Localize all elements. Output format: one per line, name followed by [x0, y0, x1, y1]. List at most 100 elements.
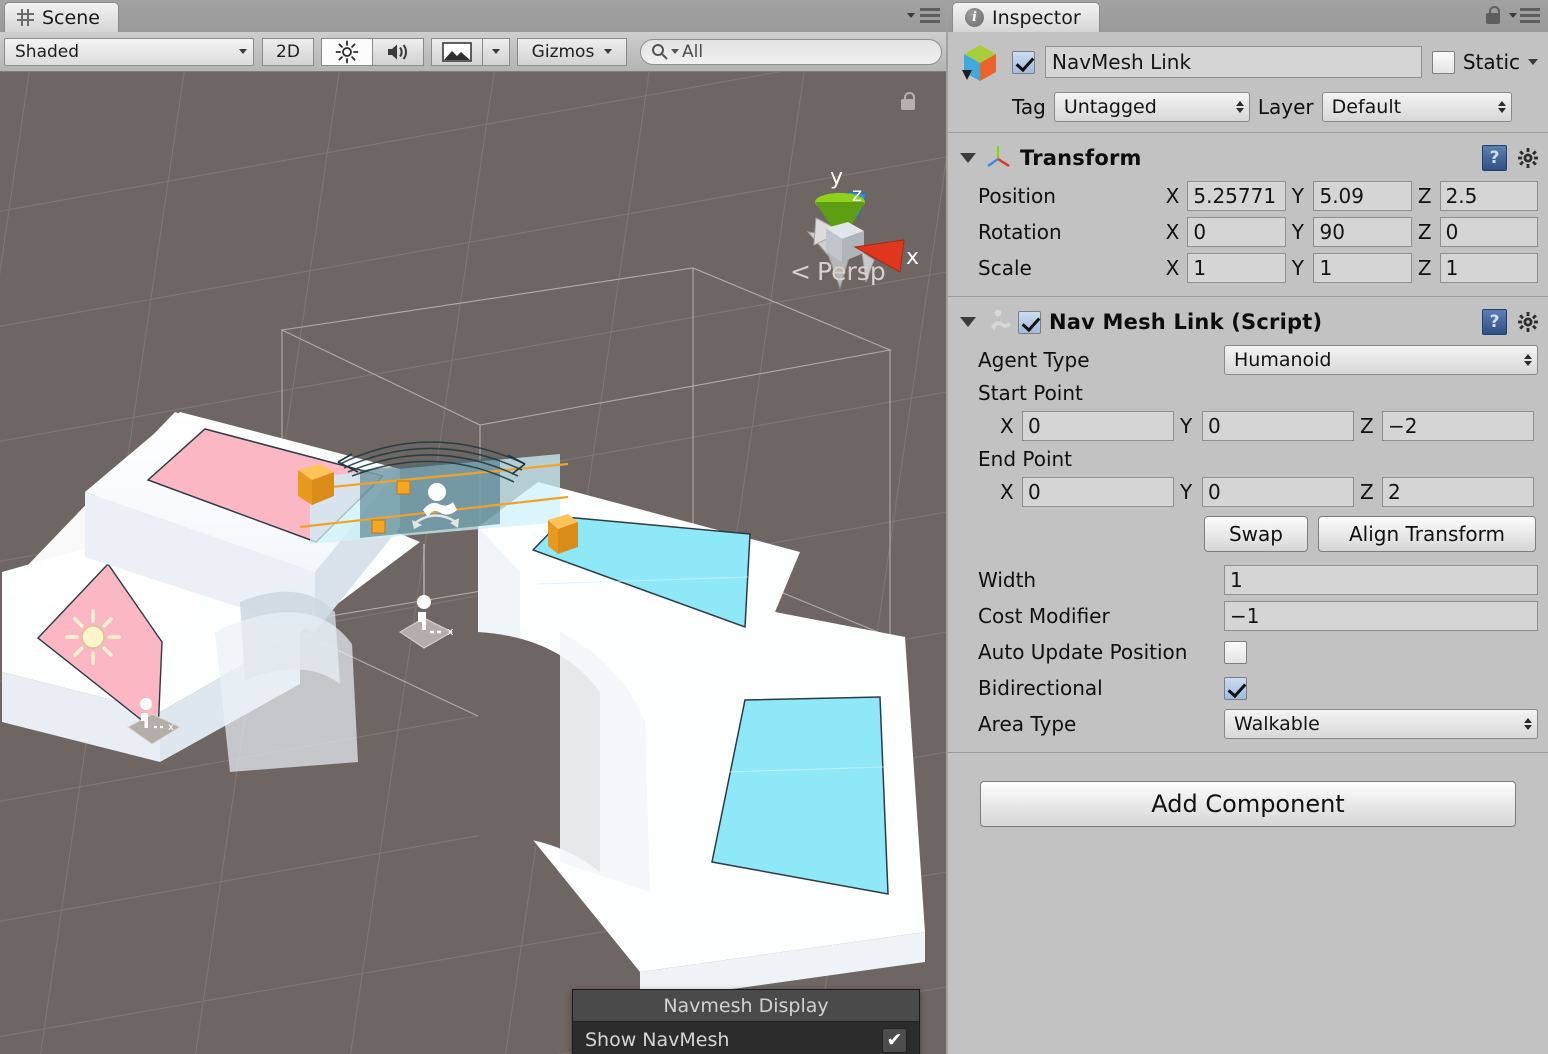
- rotation-z-field[interactable]: 0: [1440, 217, 1538, 247]
- end-point-header-row: End Point: [948, 444, 1548, 474]
- position-label: Position: [978, 184, 1160, 208]
- foldout-triangle-icon[interactable]: [960, 317, 976, 327]
- scene-tab-strip: Scene: [0, 0, 946, 32]
- area-type-dropdown[interactable]: Walkable: [1224, 709, 1538, 739]
- tag-label: Tag: [1012, 95, 1046, 119]
- audio-toggle-button[interactable]: [372, 38, 424, 66]
- width-field[interactable]: 1: [1224, 565, 1538, 595]
- transform-title: Transform: [1020, 146, 1142, 170]
- scale-z-value: 1: [1446, 256, 1459, 280]
- transform-rotation-row: Rotation X 0 Y 90 Z 0: [948, 214, 1548, 250]
- sun-icon: [335, 40, 359, 64]
- rotation-y-field[interactable]: 90: [1313, 217, 1411, 247]
- scale-z-field[interactable]: 1: [1440, 253, 1538, 283]
- position-y-field[interactable]: 5.09: [1313, 181, 1411, 211]
- scene-panel-menu[interactable]: [907, 8, 940, 23]
- swap-button[interactable]: Swap: [1204, 516, 1308, 552]
- right-platform-geometry: [478, 482, 925, 1002]
- lock-icon: [900, 92, 916, 110]
- tab-scene[interactable]: Scene: [4, 2, 119, 32]
- end-point-y-field[interactable]: 0: [1202, 477, 1354, 507]
- cost-modifier-row: Cost Modifier −1: [948, 598, 1548, 634]
- align-transform-button[interactable]: Align Transform: [1318, 516, 1536, 552]
- lighting-toggle-button[interactable]: [321, 38, 373, 66]
- show-navmesh-checkbox[interactable]: ✔: [882, 1028, 907, 1053]
- bidirectional-checkbox[interactable]: [1224, 677, 1247, 700]
- gear-icon[interactable]: [1516, 310, 1540, 334]
- position-x-field[interactable]: 5.25771: [1187, 181, 1285, 211]
- hamburger-menu-icon: [1520, 8, 1540, 23]
- transform-header[interactable]: Transform ?: [948, 138, 1548, 178]
- tag-dropdown[interactable]: Untagged: [1054, 92, 1250, 122]
- agent-type-dropdown[interactable]: Humanoid: [1224, 345, 1538, 375]
- help-book-icon[interactable]: ?: [1482, 309, 1507, 335]
- cost-modifier-field[interactable]: −1: [1224, 601, 1538, 631]
- tab-inspector[interactable]: i Inspector: [952, 2, 1100, 32]
- image-effects-dropdown[interactable]: [482, 38, 510, 66]
- search-filter-chevron-icon: [671, 49, 679, 54]
- draw-mode-dropdown[interactable]: Shaded: [4, 38, 254, 66]
- scene-grid-icon: [17, 9, 34, 26]
- swap-label: Swap: [1229, 522, 1283, 546]
- end-point-y-value: 0: [1208, 480, 1221, 504]
- nav-mesh-link-header[interactable]: Nav Mesh Link (Script) ?: [948, 302, 1548, 342]
- scene-search-input[interactable]: All: [640, 39, 942, 65]
- image-effects-icon: [442, 41, 472, 63]
- projection-mode-toggle[interactable]: < Persp: [790, 257, 886, 286]
- add-component-button[interactable]: Add Component: [980, 781, 1516, 827]
- game-object-enabled-checkbox[interactable]: [1012, 51, 1035, 74]
- inspector-panel: i Inspector: [948, 0, 1548, 1054]
- transform-position-row: Position X 5.25771 Y 5.09 Z 2.5: [948, 178, 1548, 214]
- image-effects-button[interactable]: [431, 38, 483, 66]
- auto-update-position-checkbox[interactable]: [1224, 641, 1247, 664]
- info-icon: i: [965, 8, 984, 27]
- nav-mesh-link-enabled-checkbox[interactable]: [1018, 311, 1041, 334]
- scale-x-value: 1: [1193, 256, 1206, 280]
- help-book-icon[interactable]: ?: [1482, 145, 1507, 171]
- projection-mode-label: Persp: [817, 257, 886, 286]
- axis-y-label: Y: [1292, 256, 1308, 280]
- navmesh-display-panel: Navmesh Display Show NavMesh ✔ Show Heig…: [572, 989, 920, 1054]
- view-mode-group: 2D: [262, 38, 313, 66]
- scene-gizmo-lock-button[interactable]: [900, 92, 916, 114]
- tag-value: Untagged: [1064, 96, 1157, 118]
- chevron-down-icon: [239, 49, 247, 54]
- show-navmesh-row[interactable]: Show NavMesh ✔: [573, 1022, 919, 1054]
- gear-icon[interactable]: [1516, 146, 1540, 170]
- lock-icon[interactable]: [1485, 6, 1501, 24]
- updown-icon: [1524, 354, 1532, 366]
- gizmos-dropdown[interactable]: Gizmos: [517, 38, 627, 66]
- rotation-x-field[interactable]: 0: [1187, 217, 1285, 247]
- component-nav-mesh-link: Nav Mesh Link (Script) ?: [948, 297, 1548, 753]
- start-point-y-field[interactable]: 0: [1202, 411, 1354, 441]
- prefab-cube-icon: [958, 40, 1002, 84]
- start-point-x-field[interactable]: 0: [1022, 411, 1174, 441]
- scene-toggles-group: [321, 38, 423, 66]
- foldout-triangle-icon[interactable]: [960, 153, 976, 163]
- scale-y-field[interactable]: 1: [1313, 253, 1411, 283]
- static-checkbox[interactable]: [1432, 51, 1455, 74]
- persp-chevron-icon: <: [790, 257, 811, 286]
- position-z-field[interactable]: 2.5: [1440, 181, 1538, 211]
- script-icon: [984, 306, 1012, 338]
- scale-x-field[interactable]: 1: [1187, 253, 1285, 283]
- start-point-z-field[interactable]: −2: [1382, 411, 1534, 441]
- inspector-menu-button[interactable]: [1509, 8, 1540, 23]
- axis-x-label: X: [1000, 480, 1016, 504]
- end-point-x-field[interactable]: 0: [1022, 477, 1174, 507]
- start-point-header-row: Start Point: [948, 378, 1548, 408]
- layer-dropdown[interactable]: Default: [1322, 92, 1512, 122]
- axis-x-label: X: [1000, 414, 1016, 438]
- game-object-name-field[interactable]: NavMesh Link: [1045, 46, 1422, 78]
- width-label: Width: [978, 568, 1218, 592]
- end-point-x-value: 0: [1028, 480, 1041, 504]
- rotation-label: Rotation: [978, 220, 1160, 244]
- static-dropdown-chevron-icon[interactable]: [1528, 59, 1538, 65]
- end-point-z-field[interactable]: 2: [1382, 477, 1534, 507]
- link-buttons-row: Swap Align Transform: [948, 510, 1548, 558]
- rotation-x-value: 0: [1193, 220, 1206, 244]
- toggle-2d-button[interactable]: 2D: [262, 38, 314, 66]
- scene-viewport[interactable]: x x: [0, 72, 946, 1054]
- position-z-value: 2.5: [1446, 184, 1478, 208]
- scene-panel: Scene Shaded 2D: [0, 0, 946, 1054]
